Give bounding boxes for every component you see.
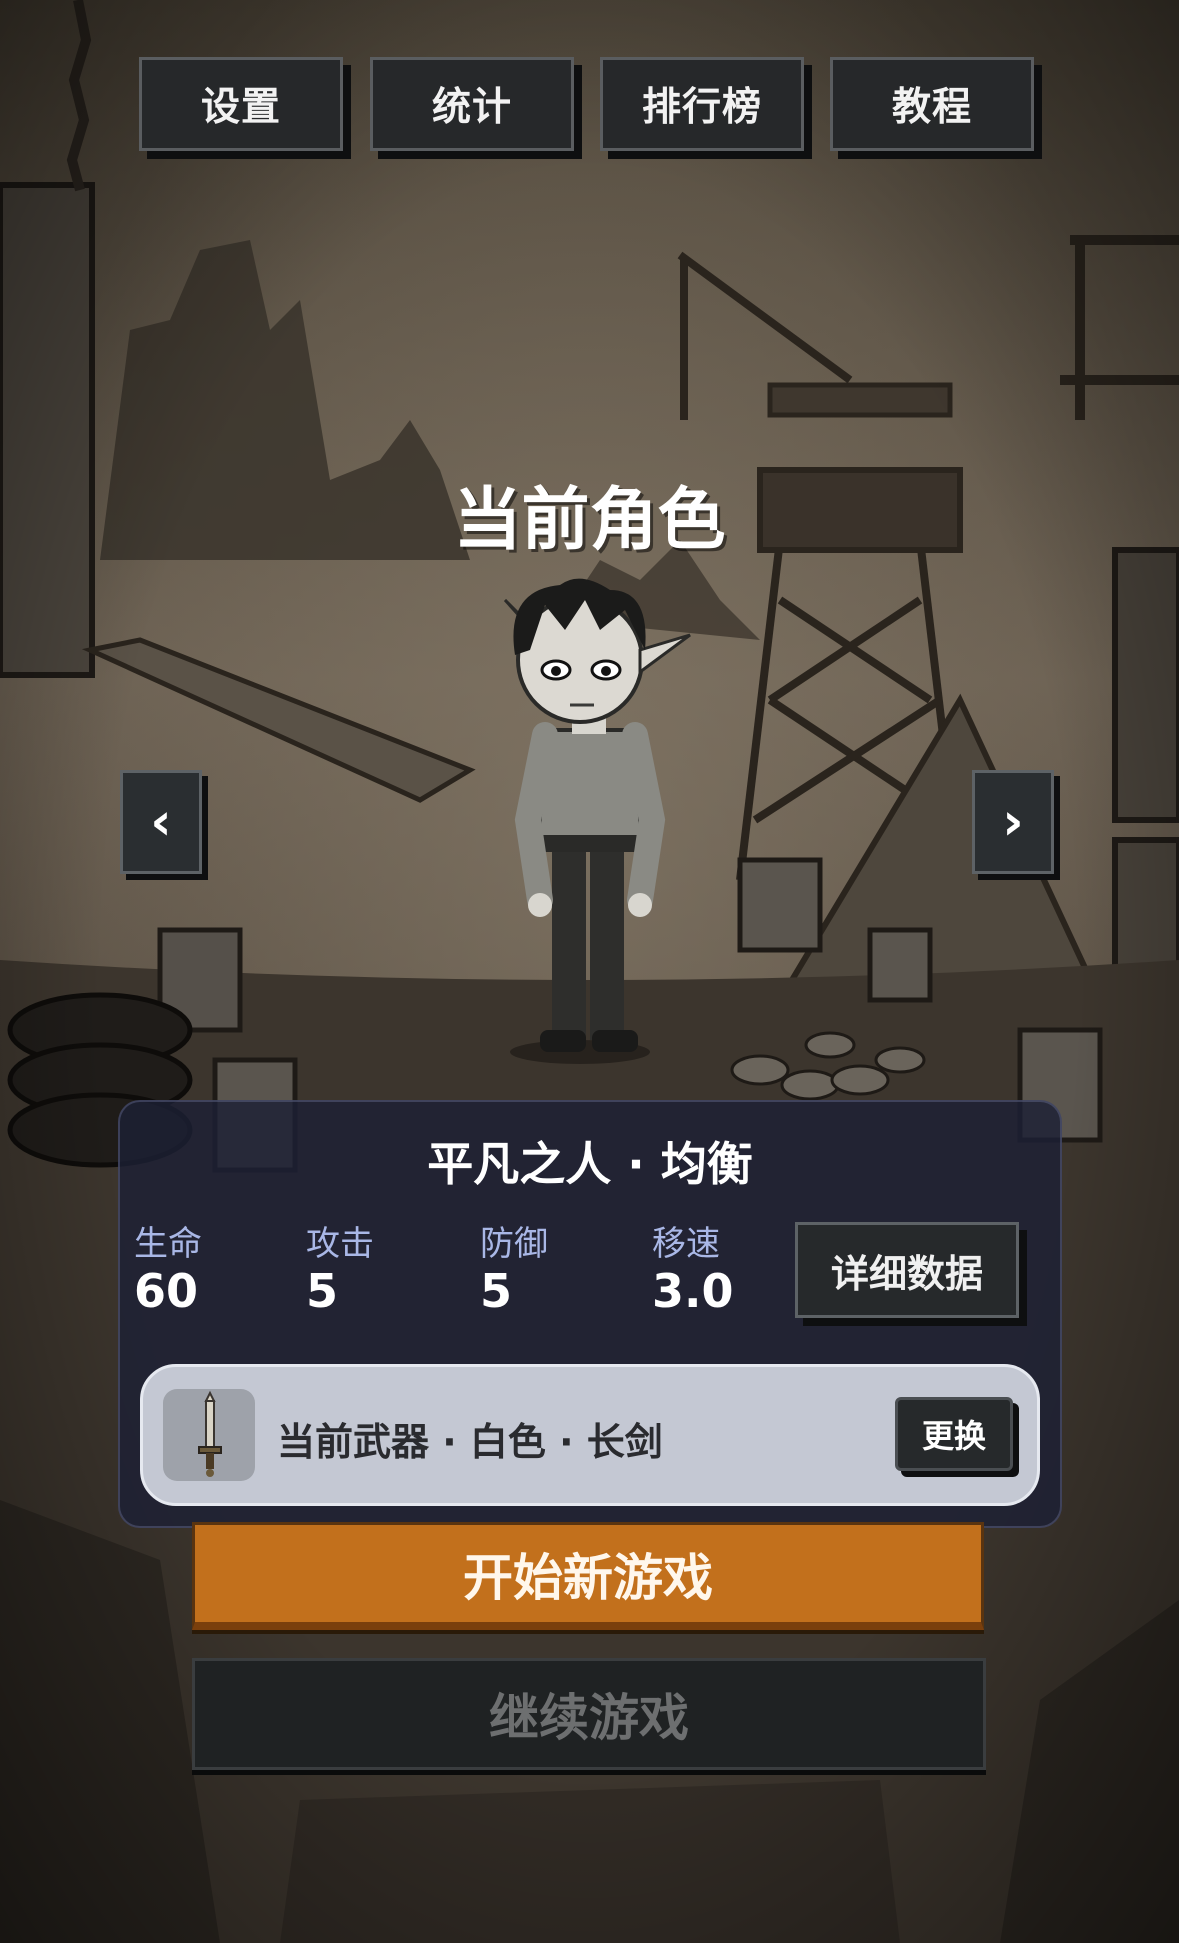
weapon-bar: 当前武器 · 白色 · 长剑 更换	[140, 1364, 1040, 1506]
continue-game-button[interactable]: 继续游戏	[192, 1658, 986, 1770]
stat-defense: 防御 5	[480, 1224, 548, 1318]
character-info-panel: 平凡之人 · 均衡 生命 60 攻击 5 防御 5 移速 3.0 详细数据 当前…	[118, 1100, 1062, 1528]
stat-label: 攻击	[306, 1224, 374, 1264]
stat-value: 3.0	[652, 1264, 734, 1318]
stat-label: 防御	[480, 1224, 548, 1264]
leaderboard-button[interactable]: 排行榜	[600, 57, 804, 151]
prev-character-button[interactable]: ‹	[120, 770, 202, 874]
stat-value: 60	[134, 1264, 199, 1318]
settings-button[interactable]: 设置	[139, 57, 343, 151]
stat-value: 5	[306, 1264, 339, 1318]
chevron-left-icon: ‹	[150, 792, 172, 852]
stats-button[interactable]: 统计	[370, 57, 574, 151]
stat-hp: 生命 60	[134, 1224, 202, 1318]
character-name: 平凡之人 · 均衡	[427, 1137, 753, 1191]
stat-value: 5	[480, 1264, 513, 1318]
stat-label: 生命	[134, 1224, 202, 1264]
chevron-right-icon: ›	[1002, 792, 1024, 852]
page-title: 当前角色	[453, 481, 726, 560]
stat-attack: 攻击 5	[306, 1224, 374, 1318]
start-new-game-button[interactable]: 开始新游戏	[192, 1522, 984, 1630]
swap-weapon-button[interactable]: 更换	[895, 1397, 1013, 1471]
stat-speed: 移速 3.0	[652, 1224, 734, 1318]
current-weapon-label: 当前武器 · 白色 · 长剑	[277, 1420, 663, 1464]
tutorial-button[interactable]: 教程	[830, 57, 1034, 151]
detail-data-button[interactable]: 详细数据	[795, 1222, 1019, 1318]
sword-icon	[163, 1389, 255, 1481]
stat-label: 移速	[652, 1224, 720, 1264]
wasteland-background	[0, 0, 1179, 1943]
next-character-button[interactable]: ›	[972, 770, 1054, 874]
